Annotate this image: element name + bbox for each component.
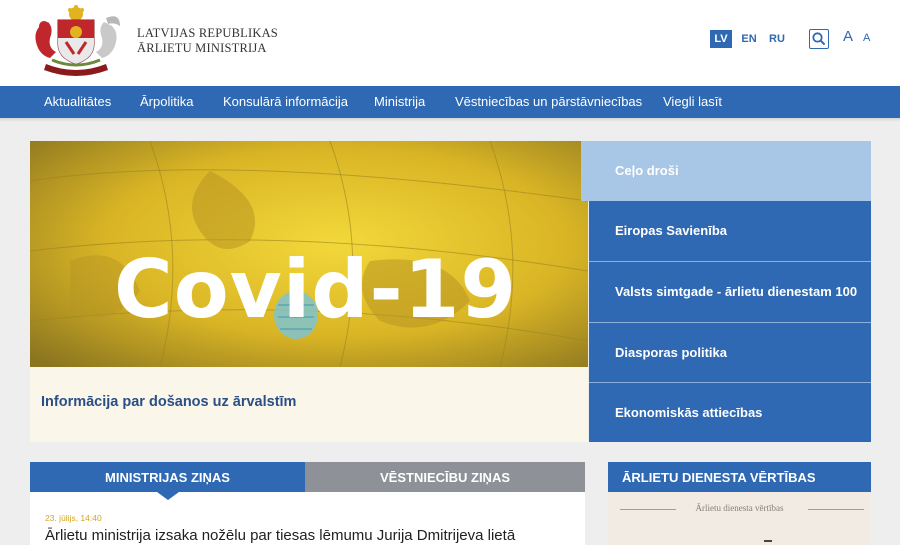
coat-of-arms-icon[interactable] bbox=[28, 4, 124, 80]
tab-ministry-news[interactable]: MINISTRIJAS ZIŅAS bbox=[30, 462, 305, 492]
nav-item-foreign-policy[interactable]: Ārpolitika bbox=[140, 94, 193, 109]
side-item-travel-safe[interactable]: Ceļo droši bbox=[581, 141, 871, 201]
side-menu: Ceļo droši Eiropas Savienība Valsts simt… bbox=[581, 141, 871, 442]
side-item-diaspora[interactable]: Diasporas politika bbox=[589, 323, 871, 382]
hero-banner[interactable]: Covid-19 Informācija par došanos uz ārva… bbox=[30, 141, 588, 442]
lang-en[interactable]: EN bbox=[738, 30, 760, 48]
lang-lv[interactable]: LV bbox=[710, 30, 732, 48]
news-date: 23. jūlijs, 14:40 bbox=[45, 513, 102, 523]
side-item-centenary[interactable]: Valsts simtgade - ārlietu dienestam 100 bbox=[589, 262, 871, 322]
ministry-name[interactable]: LATVIJAS REPUBLIKAS ĀRLIETU MINISTRIJA bbox=[137, 26, 278, 56]
values-panel: ĀRLIETU DIENESTA VĒRTĪBAS Ārlietu dienes… bbox=[608, 462, 871, 545]
side-item-eu[interactable]: Eiropas Savienība bbox=[589, 201, 871, 261]
search-button[interactable] bbox=[809, 29, 829, 49]
nav-item-embassies[interactable]: Vēstniecības un pārstāvniecības bbox=[455, 94, 642, 109]
nav-shadow bbox=[0, 118, 900, 122]
side-item-economic[interactable]: Ekonomiskās attiecības bbox=[589, 383, 871, 442]
font-size-large-button[interactable]: A bbox=[843, 28, 853, 45]
news-panel: MINISTRIJAS ZIŅAS VĒSTNIECĪBU ZIŅAS 23. … bbox=[30, 462, 585, 545]
active-tab-indicator bbox=[157, 492, 179, 500]
divider bbox=[764, 540, 772, 542]
nav-item-ministry[interactable]: Ministrija bbox=[374, 94, 425, 109]
font-size-small-button[interactable]: A bbox=[863, 32, 870, 44]
lang-ru[interactable]: RU bbox=[766, 30, 788, 48]
values-image[interactable] bbox=[608, 492, 871, 545]
hero-caption-link[interactable]: Informācija par došanos uz ārvalstīm bbox=[41, 394, 296, 410]
language-switcher: LV EN RU bbox=[710, 30, 788, 48]
nav-item-easy-read[interactable]: Viegli lasīt bbox=[663, 94, 722, 109]
brand-line-1: LATVIJAS REPUBLIKAS bbox=[137, 26, 278, 40]
site-header: LATVIJAS REPUBLIKAS ĀRLIETU MINISTRIJA L… bbox=[0, 0, 900, 86]
hero-image-text: Covid-19 bbox=[114, 243, 518, 336]
brand-line-2: ĀRLIETU MINISTRIJA bbox=[137, 41, 267, 55]
values-image-caption: Ārlietu dienesta vērtības bbox=[695, 503, 784, 513]
values-heading[interactable]: ĀRLIETU DIENESTA VĒRTĪBAS bbox=[608, 462, 871, 492]
nav-item-news[interactable]: Aktualitātes bbox=[44, 94, 111, 109]
main-navigation: Aktualitātes Ārpolitika Konsulārā inform… bbox=[0, 86, 900, 118]
tab-embassy-news[interactable]: VĒSTNIECĪBU ZIŅAS bbox=[305, 462, 585, 492]
news-title-link[interactable]: Ārlietu ministrija izsaka nožēlu par tie… bbox=[45, 527, 515, 544]
search-icon bbox=[812, 32, 826, 46]
nav-item-consular[interactable]: Konsulārā informācija bbox=[223, 94, 348, 109]
